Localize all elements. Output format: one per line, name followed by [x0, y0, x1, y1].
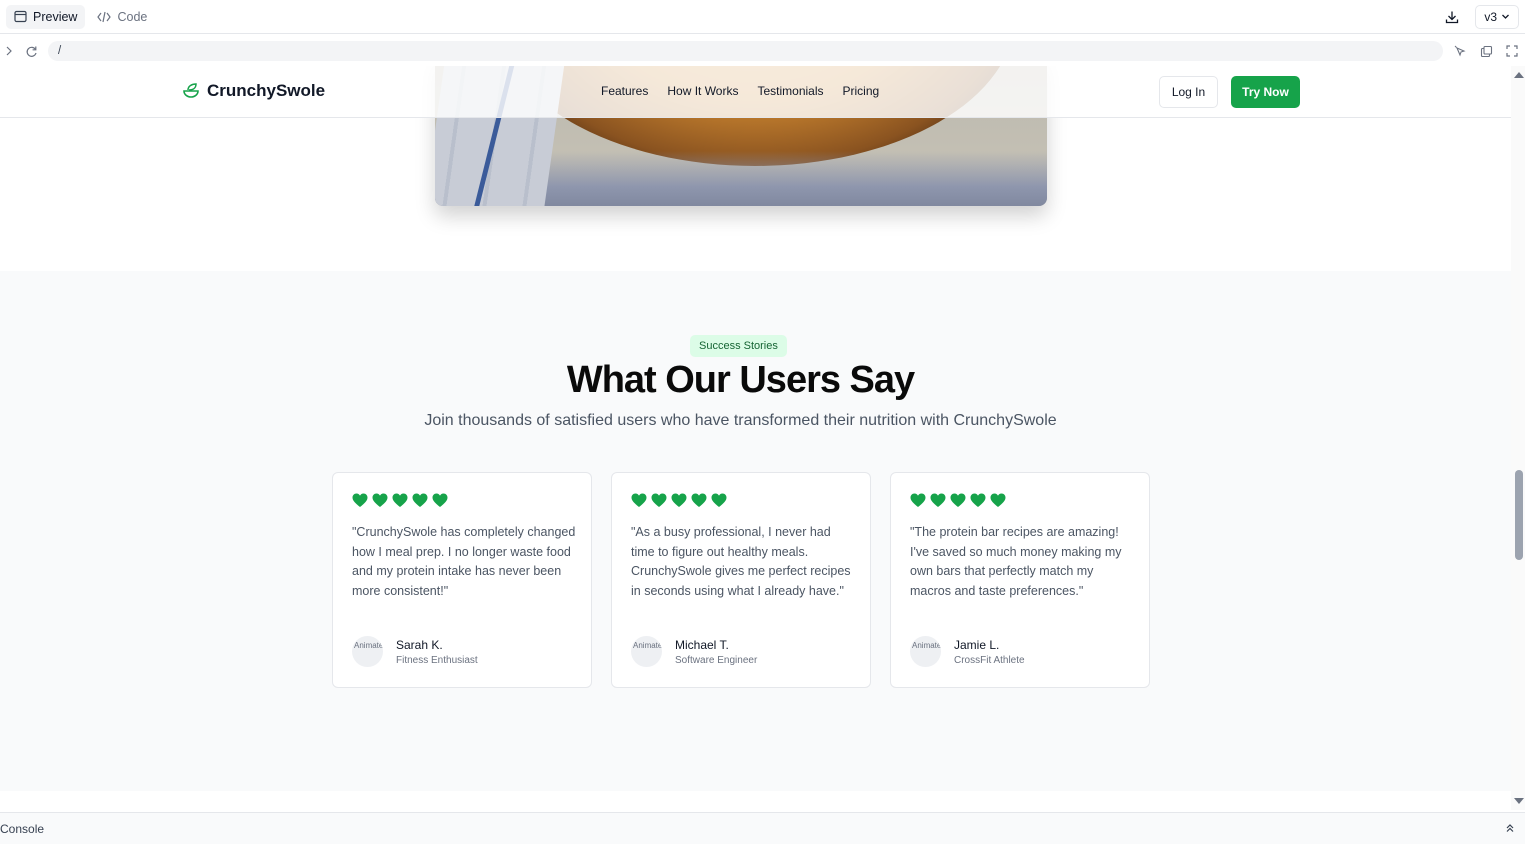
- testimonial-quote: "CrunchySwole has completely changed how…: [352, 525, 576, 598]
- author-role: Fitness Enthusiast: [396, 654, 478, 666]
- heart-icon: [711, 493, 727, 507]
- heart-icon: [671, 493, 687, 507]
- testimonial-author: Animated boy] Michael T. Software Engine…: [631, 636, 757, 667]
- section-badge: Success Stories: [690, 335, 787, 357]
- rating-hearts: [352, 493, 448, 508]
- nav-link-how-it-works[interactable]: How It Works: [667, 84, 738, 98]
- brand-logo[interactable]: CrunchySwole: [182, 81, 325, 101]
- heart-icon: [970, 493, 986, 507]
- version-label: v3: [1484, 9, 1497, 24]
- testimonials-section: Success Stories What Our Users Say Join …: [0, 271, 1511, 791]
- heart-icon: [950, 493, 966, 507]
- heart-icon: [990, 493, 1006, 507]
- inspect-cursor-icon[interactable]: [1451, 42, 1469, 60]
- address-bar: /: [0, 36, 1525, 66]
- heart-icon: [691, 493, 707, 507]
- heart-icon: [372, 493, 388, 507]
- rating-hearts: [631, 493, 727, 508]
- version-select[interactable]: v3: [1475, 4, 1519, 29]
- heart-icon: [412, 493, 428, 507]
- testimonial-card: "As a busy professional, I never had tim…: [611, 472, 871, 688]
- nav-link-testimonials[interactable]: Testimonials: [757, 84, 823, 98]
- console-panel[interactable]: Console: [0, 812, 1525, 844]
- heart-icon: [910, 493, 926, 507]
- chevrons-up-icon[interactable]: [1505, 823, 1515, 833]
- avatar: Animated athlete: [910, 636, 941, 667]
- scrollbar-thumb[interactable]: [1515, 470, 1523, 560]
- url-text: /: [58, 45, 62, 57]
- refresh-icon[interactable]: [22, 42, 40, 60]
- tab-code[interactable]: Code: [89, 5, 155, 29]
- url-input[interactable]: /: [48, 41, 1443, 61]
- download-icon[interactable]: [1443, 8, 1461, 26]
- testimonial-card: "The protein bar recipes are amazing! I'…: [890, 472, 1150, 688]
- author-name: Michael T.: [675, 637, 729, 652]
- rating-hearts: [910, 493, 1006, 508]
- testimonial-quote: "The protein bar recipes are amazing! I'…: [910, 525, 1122, 598]
- heart-icon: [432, 493, 448, 507]
- tab-code-label: Code: [117, 9, 148, 24]
- testimonial-author: Animated athlete Jamie L. CrossFit Athle…: [910, 636, 1025, 667]
- testimonial-author: Animated avatar[] Sarah K. Fitness Enthu…: [352, 636, 478, 667]
- testimonial-quote: "As a busy professional, I never had tim…: [631, 525, 851, 598]
- code-icon: [97, 11, 112, 22]
- nav-link-features[interactable]: Features: [601, 84, 648, 98]
- scroll-up-icon[interactable]: [1514, 72, 1524, 78]
- chevron-down-icon: [1502, 14, 1509, 19]
- heart-icon: [392, 493, 408, 507]
- scroll-down-icon[interactable]: [1514, 798, 1524, 804]
- tab-preview-label: Preview: [33, 9, 78, 24]
- fullscreen-icon[interactable]: [1503, 42, 1521, 60]
- heart-icon: [631, 493, 647, 507]
- brand-name: CrunchySwole: [207, 81, 326, 100]
- site-navbar: CrunchySwole Features How It Works Testi…: [0, 66, 1511, 118]
- heart-icon: [352, 493, 368, 507]
- login-button[interactable]: Log In: [1159, 76, 1218, 108]
- editor-toolbar: Preview Code v3: [0, 0, 1525, 34]
- leaf-bowl-icon: [183, 83, 199, 98]
- avatar: Animated avatar[]: [352, 636, 383, 667]
- section-title: What Our Users Say: [566, 359, 915, 401]
- testimonial-card: "CrunchySwole has completely changed how…: [332, 472, 592, 688]
- nav-link-pricing[interactable]: Pricing: [843, 84, 880, 98]
- preview-scrollbar[interactable]: [1511, 66, 1525, 810]
- heart-icon: [930, 493, 946, 507]
- chevron-right-icon[interactable]: [4, 42, 14, 60]
- heart-icon: [651, 493, 667, 507]
- author-name: Sarah K.: [396, 637, 443, 652]
- section-subtitle: Join thousands of satisfied users who ha…: [424, 412, 1057, 429]
- try-now-button[interactable]: Try Now: [1231, 76, 1300, 108]
- preview-icon: [14, 10, 27, 23]
- tab-preview[interactable]: Preview: [6, 4, 86, 29]
- author-name: Jamie L.: [954, 637, 1000, 652]
- avatar: Animated boy]: [631, 636, 662, 667]
- preview-viewport: CrunchySwole Features How It Works Testi…: [0, 66, 1511, 791]
- open-new-window-icon[interactable]: [1477, 42, 1495, 60]
- nav-links: Features How It Works Testimonials Prici…: [601, 84, 879, 98]
- console-label: Console: [0, 821, 45, 836]
- author-role: Software Engineer: [675, 654, 758, 666]
- author-role: CrossFit Athlete: [954, 654, 1025, 666]
